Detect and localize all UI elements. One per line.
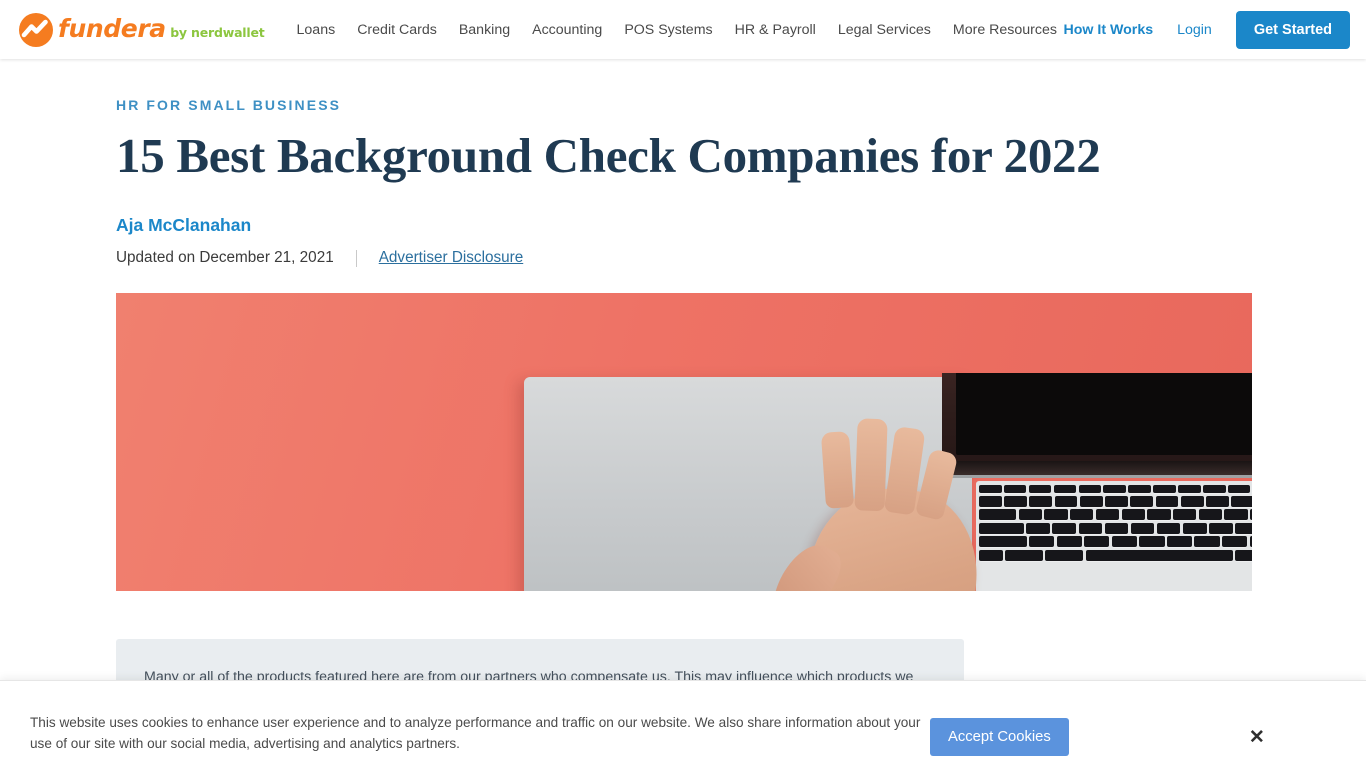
fundera-circle-icon — [18, 12, 54, 48]
meta-divider — [355, 249, 357, 267]
cookie-actions: Accept Cookies ✕ — [930, 718, 1273, 756]
accept-cookies-button[interactable]: Accept Cookies — [930, 718, 1069, 756]
laptop-keyboard — [976, 481, 1252, 591]
nav-legal-services[interactable]: Legal Services — [838, 22, 931, 38]
article-body: HR FOR SMALL BUSINESS 15 Best Background… — [0, 97, 1366, 765]
nav-more-resources[interactable]: More Resources — [953, 22, 1057, 38]
author-link[interactable]: Aja McClanahan — [116, 215, 251, 236]
fundera-logo[interactable]: fundera by nerdwallet — [18, 10, 265, 50]
laptop-hinge — [950, 461, 1252, 478]
article-meta: Updated on December 21, 2021 Advertiser … — [116, 249, 1250, 267]
nav-banking[interactable]: Banking — [459, 22, 510, 38]
cookie-consent-banner: This website uses cookies to enhance use… — [0, 680, 1366, 768]
category-eyebrow: HR FOR SMALL BUSINESS — [116, 97, 342, 113]
login-link[interactable]: Login — [1177, 22, 1212, 38]
updated-date: Updated on December 21, 2021 — [116, 249, 334, 266]
site-header: fundera by nerdwallet Loans Credit Cards… — [0, 0, 1366, 59]
logo-wordmark: fundera — [58, 13, 166, 43]
nav-loans[interactable]: Loans — [297, 22, 336, 38]
nav-hr-payroll[interactable]: HR & Payroll — [735, 22, 816, 38]
page-title: 15 Best Background Check Companies for 2… — [116, 128, 1101, 183]
laptop-display — [956, 373, 1252, 455]
nav-pos-systems[interactable]: POS Systems — [624, 22, 712, 38]
cookie-message: This website uses cookies to enhance use… — [30, 715, 921, 751]
close-x-icon[interactable]: ✕ — [1249, 728, 1265, 748]
primary-navigation: Loans Credit Cards Banking Accounting PO… — [297, 22, 1057, 38]
get-started-button[interactable]: Get Started — [1235, 10, 1350, 49]
header-utility-area: How It Works Login Get Started — [1064, 10, 1350, 49]
how-it-works-link[interactable]: How It Works — [1064, 22, 1154, 38]
advertiser-disclosure-link[interactable]: Advertiser Disclosure — [379, 249, 524, 267]
nav-credit-cards[interactable]: Credit Cards — [357, 22, 437, 38]
nav-accounting[interactable]: Accounting — [532, 22, 602, 38]
logo-tagline: by nerdwallet — [170, 24, 265, 40]
hero-image — [116, 293, 1252, 591]
